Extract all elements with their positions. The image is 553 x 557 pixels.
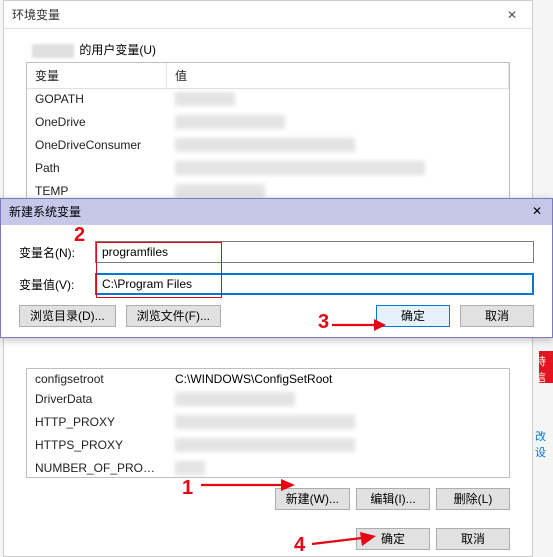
browse-file-button[interactable]: 浏览文件(F)... (126, 305, 221, 327)
var-name-cell: HTTP_PROXY (27, 413, 167, 434)
var-value-cell (167, 390, 509, 411)
var-name-cell: OneDrive (27, 113, 167, 134)
user-vars-label-text: 的用户变量(U) (79, 43, 156, 57)
env-ok-button[interactable]: 确定 (356, 528, 430, 550)
var-value-text: C:\WINDOWS\ConfigSetRoot (175, 372, 332, 386)
col-var-header: 变量 (27, 63, 167, 88)
var-value-cell (167, 136, 509, 157)
table-row[interactable]: HTTPS_PROXY (27, 435, 509, 458)
var-value-cell (167, 159, 509, 180)
user-vars-table[interactable]: 变量 值 GOPATH OneDrive OneDriveConsumer Pa… (26, 62, 510, 202)
table-row[interactable]: OneDriveConsumer (27, 135, 509, 158)
modal-ok-button[interactable]: 确定 (376, 305, 450, 327)
var-name-label: 变量名(N): (19, 244, 95, 261)
var-name-cell: DriverData (27, 390, 167, 411)
sys-vars-rows[interactable]: configsetroot C:\WINDOWS\ConfigSetRootDr… (27, 369, 509, 477)
table-header: 变量 值 (27, 63, 509, 89)
var-value-cell (167, 413, 509, 434)
var-value-cell (167, 459, 509, 477)
sys-vars-buttons: 新建(W)... 编辑(I)... 删除(L) (4, 488, 510, 510)
blurred-username (32, 44, 74, 58)
table-row[interactable]: OneDrive (27, 112, 509, 135)
var-name-cell: configsetroot (27, 370, 167, 388)
var-value-cell: C:\WINDOWS\ConfigSetRoot (167, 370, 509, 388)
table-row[interactable]: DriverData (27, 389, 509, 412)
new-sys-var-button[interactable]: 新建(W)... (275, 488, 350, 510)
var-name-cell: Path (27, 159, 167, 180)
close-icon[interactable]: ✕ (524, 201, 550, 221)
close-icon[interactable]: ✕ (492, 1, 532, 29)
var-name-cell: NUMBER_OF_PROCESSORS (27, 459, 167, 477)
cropped-label-a: 持信 (535, 353, 553, 385)
table-row[interactable]: Path (27, 158, 509, 181)
env-window-titlebar: 环境变量 ✕ (4, 1, 532, 29)
env-cancel-button[interactable]: 取消 (436, 528, 510, 550)
sys-vars-table[interactable]: configsetroot C:\WINDOWS\ConfigSetRootDr… (26, 368, 510, 478)
col-val-header: 值 (167, 63, 509, 88)
var-value-cell (167, 90, 509, 111)
var-name-cell: GOPATH (27, 90, 167, 111)
table-row[interactable]: NUMBER_OF_PROCESSORS (27, 458, 509, 477)
delete-sys-var-button[interactable]: 删除(L) (436, 488, 510, 510)
modal-cancel-button[interactable]: 取消 (460, 305, 534, 327)
var-name-input[interactable] (95, 241, 534, 263)
env-window-title: 环境变量 (12, 8, 60, 22)
var-name-cell: HTTPS_PROXY (27, 436, 167, 457)
table-row[interactable]: configsetroot C:\WINDOWS\ConfigSetRoot (27, 369, 509, 389)
cropped-label-b: 改设 (535, 428, 553, 460)
var-value-label: 变量值(V): (19, 276, 95, 293)
edit-sys-var-button[interactable]: 编辑(I)... (356, 488, 430, 510)
modal-titlebar: 新建系统变量 ✕ (1, 199, 552, 225)
user-vars-section-label: 的用户变量(U) (32, 41, 532, 58)
var-value-cell (167, 436, 509, 457)
user-vars-rows[interactable]: GOPATH OneDrive OneDriveConsumer Path TE… (27, 89, 509, 201)
var-name-cell: OneDriveConsumer (27, 136, 167, 157)
env-dialog-buttons: 确定 取消 (4, 528, 510, 550)
new-system-var-dialog: 新建系统变量 ✕ 变量名(N): 变量值(V): 浏览目录(D)... 浏览文件… (0, 198, 553, 338)
var-value-cell (167, 113, 509, 134)
var-value-input[interactable] (95, 273, 534, 295)
modal-body: 变量名(N): 变量值(V): 浏览目录(D)... 浏览文件(F)... 确定… (1, 225, 552, 337)
table-row[interactable]: GOPATH (27, 89, 509, 112)
modal-title-text: 新建系统变量 (9, 205, 81, 219)
table-row[interactable]: HTTP_PROXY (27, 412, 509, 435)
browse-dir-button[interactable]: 浏览目录(D)... (19, 305, 116, 327)
